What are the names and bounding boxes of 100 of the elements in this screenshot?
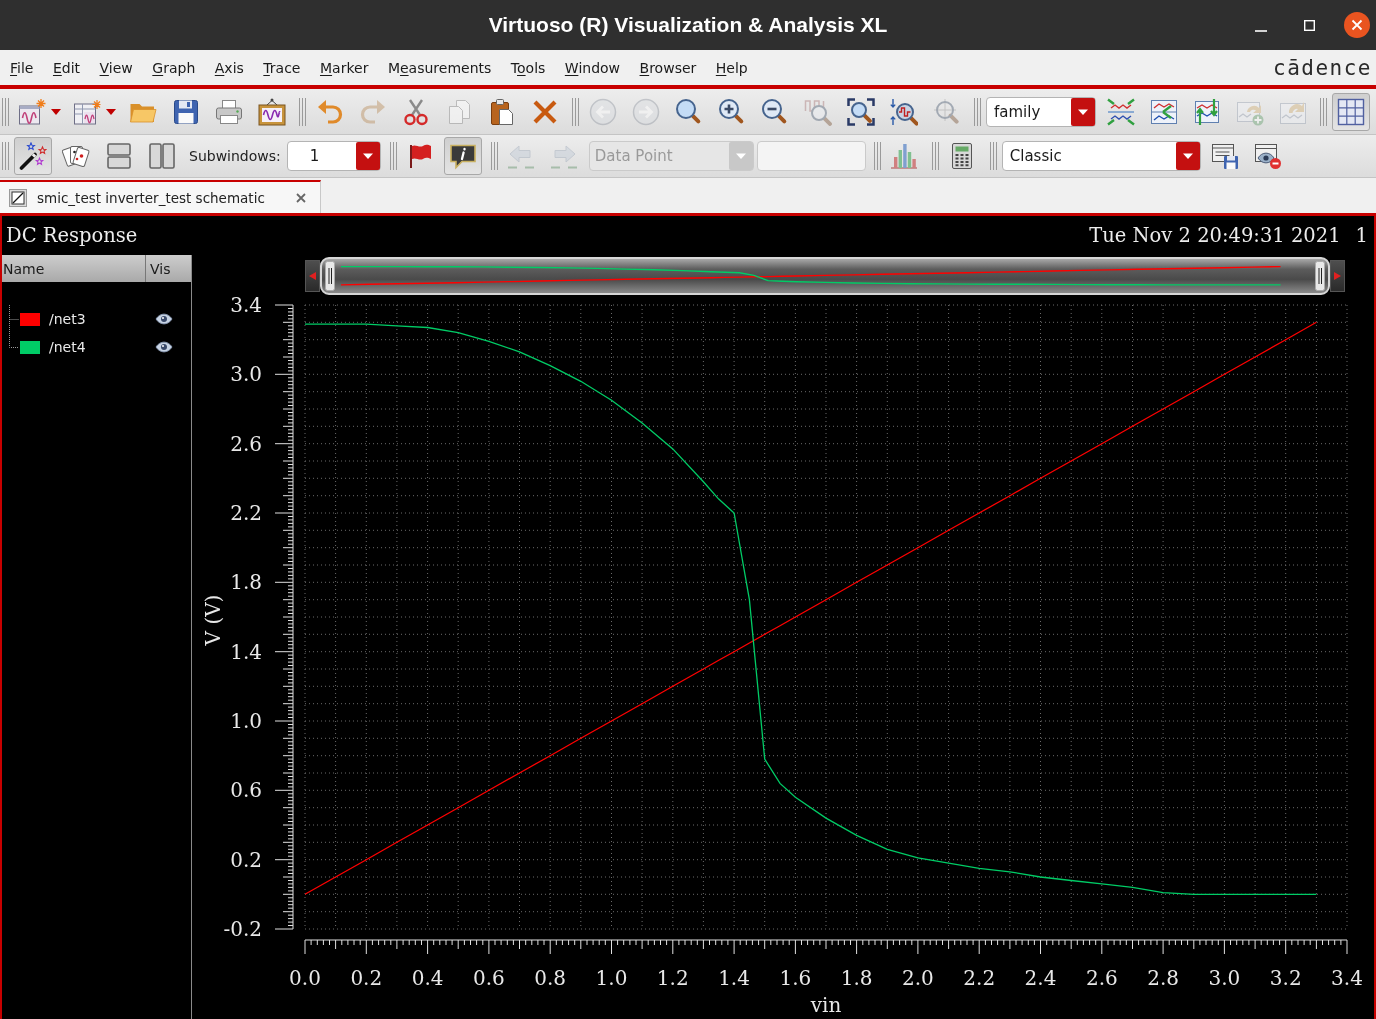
tick-label: 2.6 — [230, 431, 262, 456]
vertical-zoom-icon — [889, 97, 918, 126]
scroll-right-button[interactable] — [1330, 260, 1345, 292]
tick-label: 2.2 — [963, 966, 996, 990]
signal-name[interactable]: /net4 — [49, 339, 86, 355]
plot-title: DC Response — [6, 224, 138, 247]
menu-item[interactable]: Axis — [214, 59, 244, 76]
window-save-icon — [1211, 142, 1240, 170]
grip-icon[interactable] — [873, 142, 881, 170]
grip-icon[interactable] — [572, 97, 579, 126]
column-header[interactable]: Name — [2, 255, 146, 282]
tick-label: 1.8 — [230, 570, 262, 595]
menu-item[interactable]: Tools — [510, 59, 546, 76]
tick-label: 3.2 — [1269, 966, 1302, 990]
diagonal-line-icon — [9, 188, 27, 207]
grip-icon[interactable] — [989, 142, 997, 170]
tick-label: 2.6 — [1085, 966, 1118, 990]
tick-label: 3.4 — [1331, 966, 1363, 990]
grip-icon[interactable] — [2, 142, 9, 170]
stacked-panes-icon — [104, 142, 133, 170]
table-waveform-icon — [72, 97, 101, 126]
menu-item[interactable]: Edit — [52, 59, 81, 76]
trace-move-icon — [1192, 97, 1221, 126]
tick-label: 1.2 — [656, 966, 689, 990]
axis-title: vin — [810, 993, 842, 1017]
trace-exchange-icon — [1149, 97, 1178, 126]
axis-title: V (V) — [201, 594, 225, 646]
grip-icon[interactable] — [2, 97, 9, 126]
menu-item[interactable]: Marker — [320, 59, 369, 76]
tab[interactable]: smic_test inverter_test schematic — [0, 180, 321, 213]
subwindow-number: 1 — [1355, 224, 1368, 247]
waveform-magnifier-icon — [803, 97, 832, 126]
timestamp: Tue Nov 2 20:49:31 2021 — [1089, 224, 1341, 247]
resize-handle[interactable] — [1315, 261, 1325, 291]
logo: cādence — [1273, 55, 1373, 80]
bar-chart-icon — [890, 142, 919, 170]
dropdown[interactable]: family — [986, 96, 1096, 127]
tick-label: 1.0 — [595, 966, 628, 990]
tick-label: 1.8 — [840, 966, 873, 990]
tick-label: 1.6 — [779, 966, 812, 990]
menu-item[interactable]: Graph — [152, 59, 196, 76]
column-header[interactable]: Vis — [146, 255, 191, 282]
scissors-icon — [401, 97, 430, 126]
tick-label: 0.0 — [289, 966, 321, 990]
tick-label: 0.4 — [411, 966, 444, 990]
signal-name[interactable]: /net3 — [49, 311, 86, 327]
triangle-right-icon — [1334, 272, 1341, 280]
grip-icon[interactable] — [490, 142, 498, 170]
waveform-window-icon — [17, 97, 46, 126]
toolbar-button[interactable] — [13, 137, 52, 175]
caret-icon — [105, 108, 116, 115]
scrollbar-thumb[interactable] — [320, 257, 1330, 295]
redo-icon — [358, 97, 387, 126]
menu-item[interactable]: Browser — [639, 59, 697, 76]
tick-label: 1.4 — [718, 966, 750, 990]
tick-label: 1.0 — [230, 709, 262, 733]
tick-label: 0.2 — [350, 966, 383, 990]
menu-item[interactable]: Help — [715, 59, 748, 76]
tick-label: 3.4 — [230, 295, 262, 317]
resize-handle[interactable] — [325, 261, 335, 291]
grip-icon[interactable] — [1320, 97, 1327, 126]
dropdown[interactable]: Classic — [1001, 141, 1201, 171]
crosshair-magnifier-icon — [932, 97, 961, 126]
tick-label: 1.4 — [230, 639, 262, 664]
menu-item[interactable]: File — [10, 59, 34, 76]
zoom-out-icon — [760, 97, 789, 126]
tick-label: 2.2 — [230, 501, 262, 525]
tick-label: -0.2 — [223, 917, 262, 941]
dropdown[interactable]: 1 — [286, 141, 381, 171]
toolbar-button[interactable] — [444, 137, 483, 175]
tick-label: 0.2 — [230, 847, 262, 872]
close-icon[interactable] — [1344, 12, 1370, 38]
window-eye-icon — [1254, 142, 1283, 170]
tick-label: 2.0 — [902, 966, 934, 990]
magic-wand-icon — [18, 142, 47, 170]
menu-item[interactable]: Measurements — [387, 59, 492, 76]
grip-icon[interactable] — [974, 97, 981, 126]
magnifier-icon — [674, 97, 703, 126]
trace-swap-icon — [1106, 97, 1135, 126]
grip-icon[interactable] — [931, 142, 939, 170]
menu-item[interactable]: View — [99, 59, 133, 76]
zoom-in-icon — [717, 97, 746, 126]
zoom-fit-icon — [846, 97, 875, 126]
tick-label: 0.8 — [534, 966, 567, 990]
maximize-icon[interactable] — [1304, 19, 1315, 31]
grip-icon[interactable] — [299, 97, 306, 126]
tick-label: 2.4 — [1024, 966, 1057, 990]
eye-icon[interactable] — [155, 341, 173, 353]
info-bubble-icon — [449, 142, 478, 170]
tick-label: 3.0 — [230, 362, 262, 387]
menu-item[interactable]: Trace — [263, 59, 301, 76]
menu-item[interactable]: Window — [564, 59, 621, 76]
eye-icon[interactable] — [155, 313, 173, 325]
grid-icon — [1336, 97, 1365, 126]
tick-label: 0.6 — [230, 778, 262, 803]
printer-icon — [214, 97, 243, 126]
window-title: Virtuoso (R) Visualization & Analysis XL — [488, 13, 888, 37]
caret-icon — [50, 108, 61, 115]
scroll-left-button[interactable] — [305, 260, 320, 292]
grip-icon[interactable] — [389, 142, 397, 170]
